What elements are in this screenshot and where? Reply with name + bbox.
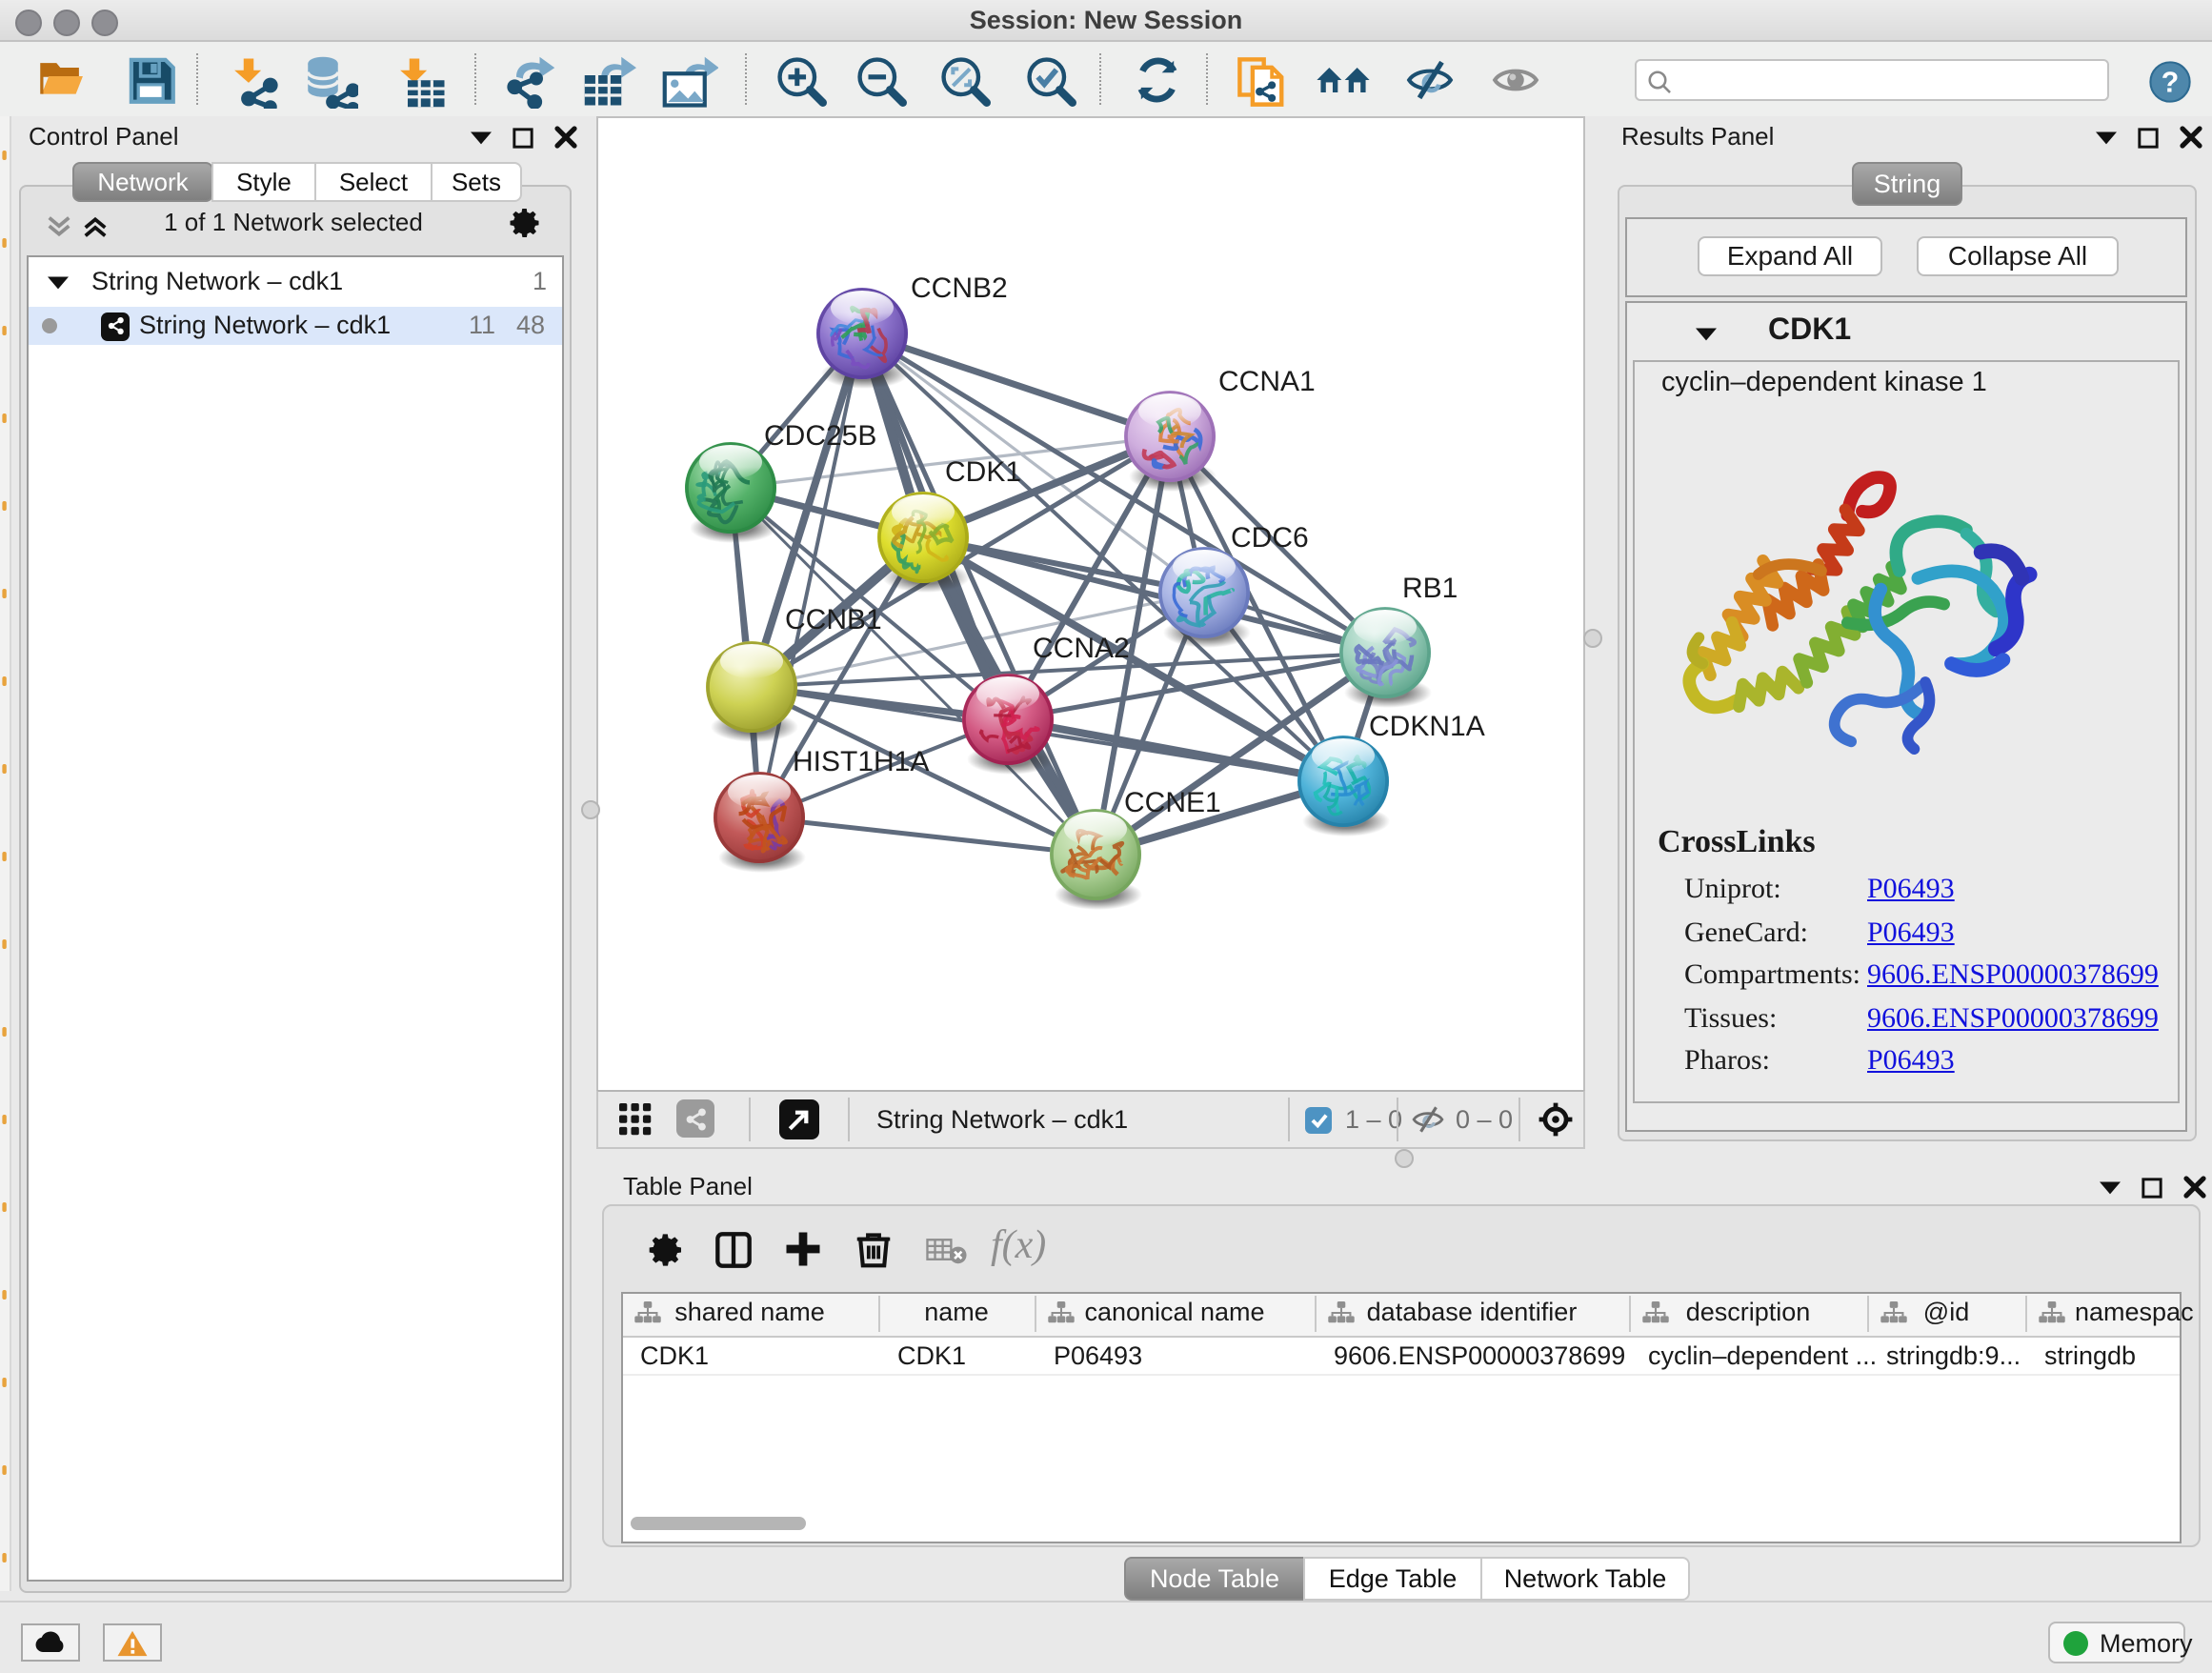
svg-text:CCNE1: CCNE1 (1124, 787, 1221, 818)
svg-text:CCNA1: CCNA1 (1218, 366, 1316, 397)
svg-text:HIST1H1A: HIST1H1A (793, 746, 929, 777)
svg-text:CCNB1: CCNB1 (785, 604, 882, 635)
svg-text:CDK1: CDK1 (945, 456, 1021, 488)
svg-text:?: ? (2162, 66, 2179, 97)
svg-text:CCNA2: CCNA2 (1033, 633, 1130, 664)
svg-text:CDC25B: CDC25B (764, 420, 876, 452)
svg-text:CDKN1A: CDKN1A (1369, 711, 1485, 742)
svg-text:RB1: RB1 (1402, 573, 1458, 604)
svg-text:CCNB2: CCNB2 (911, 272, 1008, 304)
svg-text:CDC6: CDC6 (1231, 522, 1309, 554)
